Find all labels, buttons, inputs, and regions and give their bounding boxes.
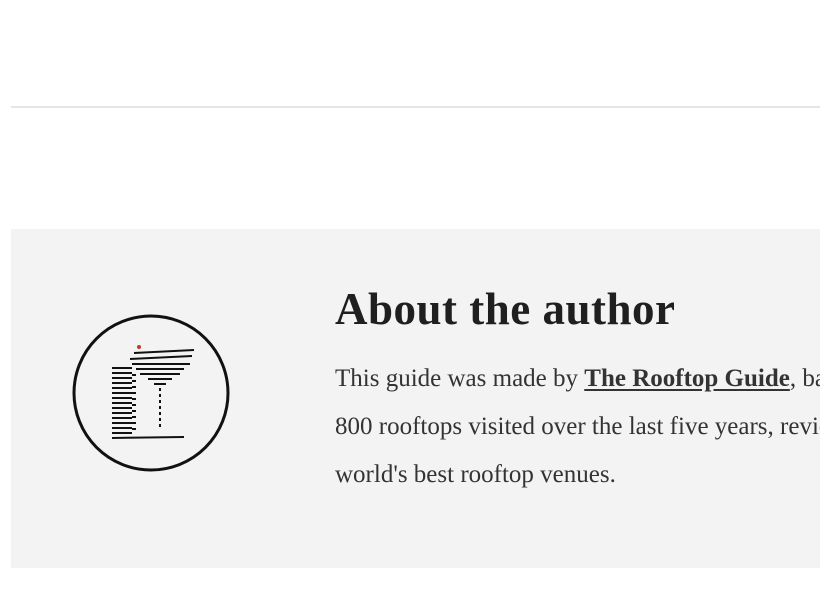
about-author-section: About the author This guide was made by …	[11, 229, 820, 568]
description-text-start: This guide was made by	[335, 365, 585, 392]
rooftop-guide-link[interactable]: The Rooftop Guide	[584, 365, 790, 392]
about-author-description: This guide was made by The Rooftop Guide…	[335, 355, 820, 499]
section-divider	[11, 106, 820, 108]
about-author-heading: About the author	[335, 284, 676, 334]
rooftop-guide-logo-icon	[72, 314, 232, 474]
about-author-content: About the author This guide was made by …	[335, 279, 820, 499]
